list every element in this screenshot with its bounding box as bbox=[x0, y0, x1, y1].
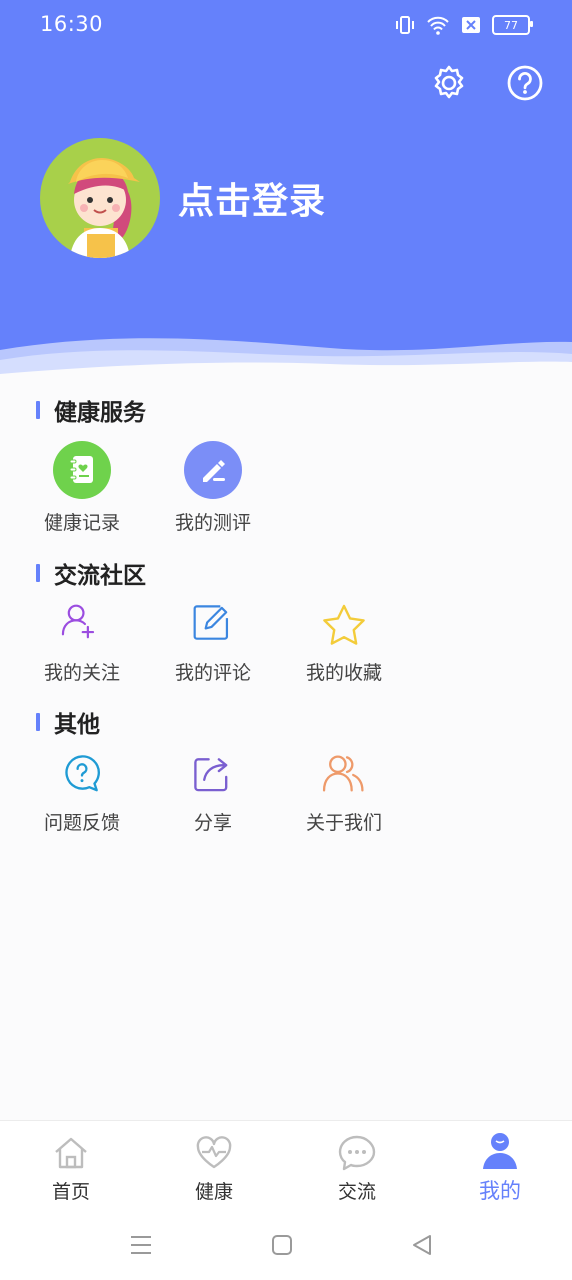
health-record-item[interactable]: 健康记录 bbox=[32, 440, 132, 535]
star-icon bbox=[323, 604, 365, 645]
my-favorite-label: 我的收藏 bbox=[305, 662, 382, 684]
assessment-icon bbox=[184, 441, 242, 499]
tab-home-label: 首页 bbox=[51, 1181, 90, 1203]
health-record-label: 健康记录 bbox=[43, 512, 120, 534]
section-title-text: 其他 bbox=[54, 712, 100, 738]
help-icon[interactable] bbox=[506, 64, 544, 102]
girl-avatar-icon bbox=[68, 158, 140, 258]
home-square-icon[interactable] bbox=[271, 1232, 293, 1258]
vibrate-icon bbox=[396, 16, 414, 34]
my-comment-label: 我的评论 bbox=[174, 662, 251, 684]
edit-comment-icon bbox=[193, 605, 229, 640]
section-title-text: 交流社区 bbox=[54, 563, 146, 589]
about-us-item[interactable]: 关于我们 bbox=[294, 752, 394, 835]
follow-user-icon bbox=[61, 604, 95, 639]
bottom-tab-bar: 首页 健康 交流 我的 bbox=[0, 1120, 572, 1213]
about-us-label: 关于我们 bbox=[305, 812, 382, 834]
status-time: 16:30 bbox=[40, 12, 104, 36]
tab-health[interactable]: 健康 bbox=[164, 1133, 264, 1204]
header-wave bbox=[0, 338, 572, 390]
my-comment-item[interactable]: 我的评论 bbox=[163, 602, 263, 685]
share-item[interactable]: 分享 bbox=[163, 752, 263, 835]
section-title-community: 交流社区 bbox=[36, 556, 146, 590]
share-label: 分享 bbox=[193, 812, 232, 834]
my-follow-label: 我的关注 bbox=[43, 662, 120, 684]
tab-community-label: 交流 bbox=[337, 1181, 376, 1203]
section-title-other: 其他 bbox=[36, 705, 100, 739]
battery-icon: 77 bbox=[492, 15, 533, 35]
user-icon bbox=[483, 1133, 517, 1169]
sim-x-icon bbox=[462, 17, 480, 33]
battery-level: 77 bbox=[504, 18, 518, 32]
tab-health-label: 健康 bbox=[194, 1181, 233, 1203]
heart-pulse-icon bbox=[196, 1136, 232, 1169]
profile-header: 16:30 77 点击登录 bbox=[0, 0, 572, 390]
tab-mine-label: 我的 bbox=[479, 1179, 521, 1203]
status-bar: 16:30 77 bbox=[0, 0, 572, 52]
feedback-label: 问题反馈 bbox=[43, 812, 120, 834]
back-triangle-icon[interactable] bbox=[410, 1232, 434, 1258]
system-nav-bar bbox=[0, 1212, 572, 1280]
my-assessment-label: 我的测评 bbox=[174, 512, 251, 534]
my-assessment-item[interactable]: 我的测评 bbox=[163, 440, 263, 535]
tab-home[interactable]: 首页 bbox=[21, 1133, 121, 1204]
share-icon bbox=[194, 758, 228, 792]
section-title-text: 健康服务 bbox=[54, 400, 146, 426]
status-icons: 77 bbox=[394, 14, 533, 36]
wifi-icon bbox=[427, 16, 449, 35]
my-follow-item[interactable]: 我的关注 bbox=[32, 602, 132, 685]
question-bubble-icon bbox=[65, 755, 100, 792]
health-record-icon bbox=[53, 441, 111, 499]
menu-icon[interactable] bbox=[128, 1232, 154, 1258]
feedback-item[interactable]: 问题反馈 bbox=[32, 752, 132, 835]
avatar[interactable] bbox=[40, 138, 160, 258]
people-icon bbox=[322, 755, 364, 792]
chat-bubble-icon bbox=[338, 1135, 376, 1171]
home-icon bbox=[55, 1137, 87, 1169]
gear-icon[interactable] bbox=[430, 64, 468, 102]
my-favorite-item[interactable]: 我的收藏 bbox=[294, 602, 394, 685]
login-button[interactable]: 点击登录 bbox=[178, 172, 326, 224]
section-title-health-service: 健康服务 bbox=[36, 393, 146, 427]
tab-community[interactable]: 交流 bbox=[307, 1133, 407, 1204]
tab-mine[interactable]: 我的 bbox=[450, 1131, 550, 1205]
